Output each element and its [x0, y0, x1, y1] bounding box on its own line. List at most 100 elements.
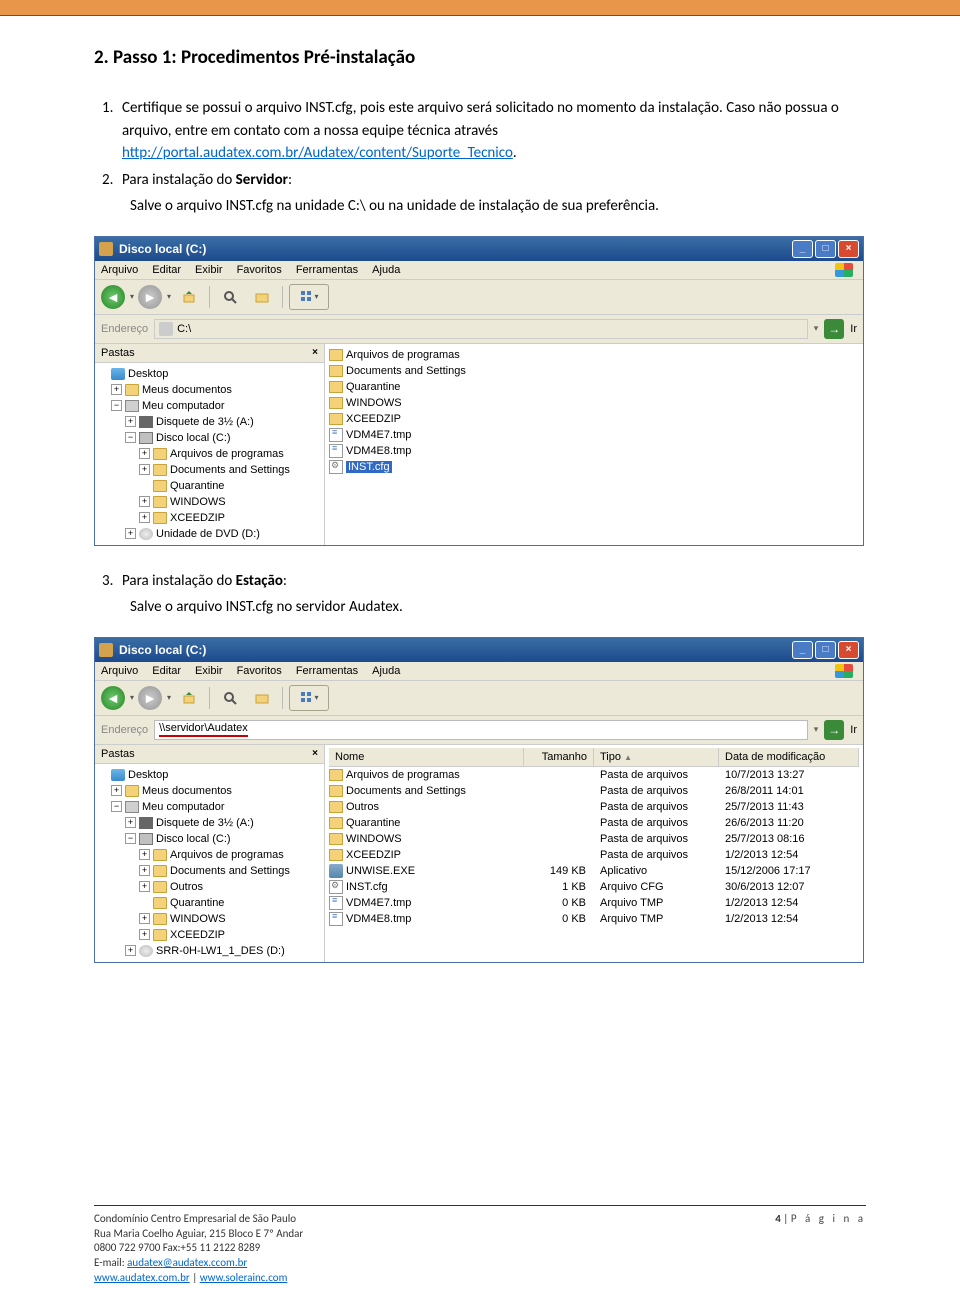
forward-dropdown-icon[interactable]: ▾ — [167, 693, 171, 702]
col-data[interactable]: Data de modificação — [719, 748, 859, 766]
tree-quarantine[interactable]: Quarantine — [97, 478, 322, 494]
file-row[interactable]: QuarantinePasta de arquivos26/6/2013 11:… — [329, 815, 859, 831]
tree-close-icon[interactable]: × — [312, 347, 318, 359]
file-row[interactable]: Documents and SettingsPasta de arquivos2… — [329, 783, 859, 799]
tree-documents-settings[interactable]: +Documents and Settings — [97, 863, 322, 879]
forward-button[interactable]: ► — [138, 285, 162, 309]
menu-arquivo[interactable]: Arquivo — [101, 264, 138, 276]
menu-favoritos[interactable]: Favoritos — [237, 264, 282, 276]
address-input[interactable]: \\servidor\Audatex — [154, 720, 808, 740]
tree-arquivos-programas[interactable]: +Arquivos de programas — [97, 446, 322, 462]
file-row[interactable]: Documents and Settings — [329, 363, 859, 379]
menu-editar[interactable]: Editar — [152, 264, 181, 276]
address-dropdown-icon[interactable]: ▾ — [814, 323, 819, 334]
menu-favoritos[interactable]: Favoritos — [237, 665, 282, 677]
go-button[interactable]: → — [824, 319, 844, 339]
expander-icon[interactable]: + — [125, 416, 136, 427]
file-row[interactable]: INST.cfg — [329, 459, 859, 475]
up-button[interactable] — [175, 284, 203, 310]
file-row[interactable]: XCEEDZIP — [329, 411, 859, 427]
tree-disco-c[interactable]: −Disco local (C:) — [97, 430, 322, 446]
tree-disco-c[interactable]: −Disco local (C:) — [97, 831, 322, 847]
forward-button[interactable]: ► — [138, 686, 162, 710]
expander-icon[interactable]: + — [125, 817, 136, 828]
expander-icon[interactable]: − — [111, 801, 122, 812]
folders-button[interactable] — [248, 685, 276, 711]
expander-icon[interactable]: − — [111, 400, 122, 411]
menu-ferramentas[interactable]: Ferramentas — [296, 264, 358, 276]
expander-icon[interactable]: + — [139, 913, 150, 924]
expander-icon[interactable]: + — [139, 929, 150, 940]
close-button[interactable]: × — [838, 641, 859, 659]
expander-icon[interactable]: + — [139, 448, 150, 459]
menu-ajuda[interactable]: Ajuda — [372, 665, 400, 677]
tree-meu-computador[interactable]: −Meu computador — [97, 799, 322, 815]
search-button[interactable] — [216, 284, 244, 310]
tree-meus-documentos[interactable]: +Meus documentos — [97, 382, 322, 398]
tree-srr[interactable]: +SRR-0H-LW1_1_DES (D:) — [97, 943, 322, 959]
expander-icon[interactable]: + — [139, 881, 150, 892]
window-titlebar[interactable]: Disco local (C:) _ □ × — [95, 237, 863, 261]
menu-exibir[interactable]: Exibir — [195, 264, 223, 276]
maximize-button[interactable]: □ — [815, 240, 836, 258]
back-dropdown-icon[interactable]: ▾ — [130, 693, 134, 702]
back-button[interactable]: ◄ — [101, 686, 125, 710]
menu-exibir[interactable]: Exibir — [195, 665, 223, 677]
forward-dropdown-icon[interactable]: ▾ — [167, 292, 171, 301]
tree-xceedzip[interactable]: +XCEEDZIP — [97, 927, 322, 943]
search-button[interactable] — [216, 685, 244, 711]
close-button[interactable]: × — [838, 240, 859, 258]
up-button[interactable] — [175, 685, 203, 711]
menu-ferramentas[interactable]: Ferramentas — [296, 665, 358, 677]
views-button[interactable]: ▾ — [289, 284, 329, 310]
minimize-button[interactable]: _ — [792, 240, 813, 258]
tree-meu-computador[interactable]: −Meu computador — [97, 398, 322, 414]
expander-icon[interactable]: + — [125, 528, 136, 539]
file-row[interactable]: VDM4E8.tmp0 KBArquivo TMP1/2/2013 12:54 — [329, 911, 859, 927]
file-row[interactable]: XCEEDZIPPasta de arquivos1/2/2013 12:54 — [329, 847, 859, 863]
footer-site-1[interactable]: www.audatex.com.br — [94, 1271, 190, 1284]
tree-floppy[interactable]: +Disquete de 3½ (A:) — [97, 815, 322, 831]
file-row[interactable]: Arquivos de programasPasta de arquivos10… — [329, 767, 859, 783]
expander-icon[interactable]: + — [125, 945, 136, 956]
file-row[interactable]: UNWISE.EXE149 KBAplicativo15/12/2006 17:… — [329, 863, 859, 879]
file-row[interactable]: VDM4E8.tmp — [329, 443, 859, 459]
folders-button[interactable] — [248, 284, 276, 310]
tree-outros[interactable]: +Outros — [97, 879, 322, 895]
col-tipo[interactable]: Tipo ▲ — [594, 748, 719, 766]
expander-icon[interactable]: + — [139, 464, 150, 475]
expander-icon[interactable]: + — [111, 785, 122, 796]
file-row[interactable]: INST.cfg1 KBArquivo CFG30/6/2013 12:07 — [329, 879, 859, 895]
tree-meus-documentos[interactable]: +Meus documentos — [97, 783, 322, 799]
expander-icon[interactable]: + — [139, 512, 150, 523]
tree-dvd[interactable]: +Unidade de DVD (D:) — [97, 526, 322, 542]
menu-ajuda[interactable]: Ajuda — [372, 264, 400, 276]
file-row[interactable]: Arquivos de programas — [329, 347, 859, 363]
tree-arquivos-programas[interactable]: +Arquivos de programas — [97, 847, 322, 863]
file-row[interactable]: Quarantine — [329, 379, 859, 395]
file-row[interactable]: OutrosPasta de arquivos25/7/2013 11:43 — [329, 799, 859, 815]
tree-windows[interactable]: +WINDOWS — [97, 911, 322, 927]
footer-email-link[interactable]: audatex@audatex.ccom.br — [127, 1256, 247, 1269]
col-tamanho[interactable]: Tamanho — [524, 748, 594, 766]
file-row[interactable]: VDM4E7.tmp — [329, 427, 859, 443]
views-button[interactable]: ▾ — [289, 685, 329, 711]
tree-windows[interactable]: +WINDOWS — [97, 494, 322, 510]
file-row[interactable]: VDM4E7.tmp0 KBArquivo TMP1/2/2013 12:54 — [329, 895, 859, 911]
window-titlebar[interactable]: Disco local (C:) _ □ × — [95, 638, 863, 662]
tree-close-icon[interactable]: × — [312, 748, 318, 760]
expander-icon[interactable]: − — [125, 432, 136, 443]
col-nome[interactable]: Nome — [329, 748, 524, 766]
tree-documents-settings[interactable]: +Documents and Settings — [97, 462, 322, 478]
expander-icon[interactable]: − — [125, 833, 136, 844]
expander-icon[interactable]: + — [139, 849, 150, 860]
maximize-button[interactable]: □ — [815, 641, 836, 659]
menu-arquivo[interactable]: Arquivo — [101, 665, 138, 677]
file-row[interactable]: WINDOWSPasta de arquivos25/7/2013 08:16 — [329, 831, 859, 847]
back-button[interactable]: ◄ — [101, 285, 125, 309]
file-row[interactable]: WINDOWS — [329, 395, 859, 411]
menu-editar[interactable]: Editar — [152, 665, 181, 677]
support-link[interactable]: http://portal.audatex.com.br/Audatex/con… — [122, 144, 513, 162]
tree-desktop[interactable]: Desktop — [97, 366, 322, 382]
footer-site-2[interactable]: www.solerainc.com — [200, 1271, 288, 1284]
